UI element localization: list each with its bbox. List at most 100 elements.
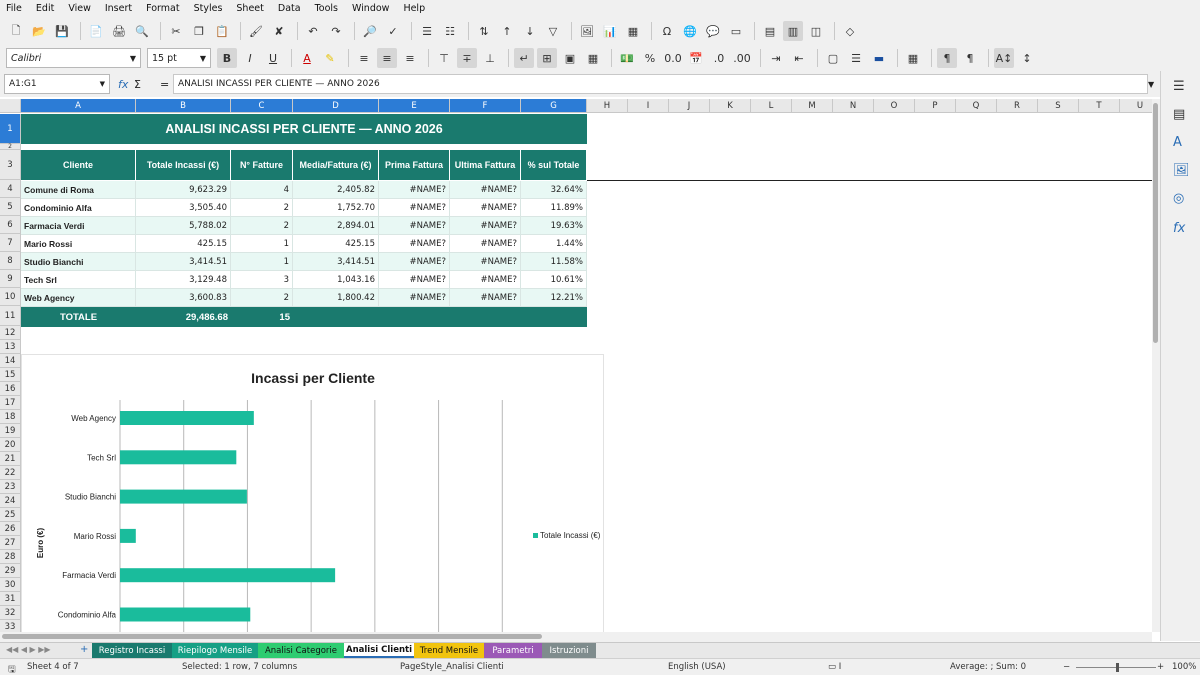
insert-pivot-icon[interactable]: ▦ xyxy=(623,21,643,41)
table-cell[interactable]: 425.15 xyxy=(293,235,379,253)
sort-descending-icon[interactable]: ↓ xyxy=(520,21,540,41)
column-header[interactable]: K xyxy=(710,99,751,113)
decrease-indent-icon[interactable]: ⇤ xyxy=(789,48,809,68)
zoom-in-icon[interactable]: + xyxy=(1157,662,1164,672)
row-header[interactable]: 33 xyxy=(0,620,21,632)
horizontal-scrollbar[interactable] xyxy=(0,632,1152,642)
row-header[interactable]: 27 xyxy=(0,536,21,550)
insert-image-icon[interactable]: 🖼 xyxy=(577,21,597,41)
row-header[interactable]: 11 xyxy=(0,306,21,326)
menu-item-0[interactable]: File xyxy=(6,3,22,14)
menu-item-8[interactable]: Tools xyxy=(315,3,338,14)
column-header[interactable]: F xyxy=(450,99,521,113)
export-pdf-icon[interactable]: 📄 xyxy=(86,21,106,41)
name-box[interactable]: A1:G1 ▼ xyxy=(4,74,110,94)
total-label[interactable]: TOTALE xyxy=(21,307,136,327)
copy-icon[interactable]: ❐ xyxy=(189,21,209,41)
insert-chart-icon[interactable]: 📊 xyxy=(600,21,620,41)
column-header[interactable]: A xyxy=(21,99,136,113)
header-cliente[interactable]: Cliente xyxy=(21,150,136,180)
underline-icon[interactable]: U xyxy=(263,48,283,68)
bold-icon[interactable]: B xyxy=(217,48,237,68)
table-cell[interactable]: 1.44% xyxy=(521,235,587,253)
sort-icon[interactable]: ⇅ xyxy=(474,21,494,41)
column-header[interactable]: I xyxy=(628,99,669,113)
zoom-level[interactable]: 100% xyxy=(1172,662,1196,672)
vertical-scrollbar[interactable] xyxy=(1152,99,1160,632)
row-header[interactable]: 24 xyxy=(0,494,21,508)
borders-icon[interactable]: ▢ xyxy=(823,48,843,68)
client-name-cell[interactable]: Farmacia Verdi xyxy=(21,217,136,235)
table-cell[interactable]: #NAME? xyxy=(450,199,521,217)
table-cell[interactable]: #NAME? xyxy=(379,199,450,217)
client-name-cell[interactable]: Mario Rossi xyxy=(21,235,136,253)
merge-center-icon[interactable]: ⊞ xyxy=(537,48,557,68)
page-style[interactable]: PageStyle_Analisi Clienti xyxy=(400,662,504,672)
align-bottom-icon[interactable]: ⊥ xyxy=(480,48,500,68)
hyperlink-icon[interactable]: 🌐 xyxy=(680,21,700,41)
table-cell[interactable]: #NAME? xyxy=(379,253,450,271)
align-center-icon[interactable]: ≡ xyxy=(377,48,397,68)
menu-item-5[interactable]: Styles xyxy=(194,3,223,14)
column-header[interactable]: M xyxy=(792,99,833,113)
table-cell[interactable]: 3,600.83 xyxy=(136,289,231,307)
row-header[interactable]: 23 xyxy=(0,480,21,494)
row-header[interactable]: 1 xyxy=(0,114,21,144)
row-header[interactable]: 29 xyxy=(0,564,21,578)
undo-icon[interactable]: ↶ xyxy=(303,21,323,41)
header-media-fattura[interactable]: Media/Fattura (€) xyxy=(293,150,379,180)
header-prima-fattura[interactable]: Prima Fattura xyxy=(379,150,450,180)
row-header[interactable]: 31 xyxy=(0,592,21,606)
row-header[interactable]: 16 xyxy=(0,382,21,396)
zoom-out-icon[interactable]: − xyxy=(1063,662,1070,672)
row-header[interactable]: 6 xyxy=(0,216,21,234)
new-document-icon[interactable]: 🗋 xyxy=(6,21,26,41)
border-style-icon[interactable]: ☰ xyxy=(846,48,866,68)
table-cell[interactable]: 3,505.40 xyxy=(136,199,231,217)
cut-icon[interactable]: ✂ xyxy=(166,21,186,41)
row-header[interactable]: 28 xyxy=(0,550,21,564)
table-cell[interactable]: 3,129.48 xyxy=(136,271,231,289)
scrollbar-thumb[interactable] xyxy=(1153,103,1158,343)
table-cell[interactable]: 1 xyxy=(231,253,293,271)
align-top-icon[interactable]: ⊤ xyxy=(434,48,454,68)
sheet-title[interactable]: ANALISI INCASSI PER CLIENTE — ANNO 2026 xyxy=(21,114,587,144)
paste-icon[interactable]: 📋 xyxy=(212,21,232,41)
table-cell[interactable]: 19.63% xyxy=(521,217,587,235)
row-header[interactable]: 17 xyxy=(0,396,21,410)
header-ultima-fattura[interactable]: Ultima Fattura xyxy=(450,150,521,180)
vertical-text-alt-icon[interactable]: ↕ xyxy=(1017,48,1037,68)
row-header[interactable]: 26 xyxy=(0,522,21,536)
navigator-icon[interactable]: ◎ xyxy=(1173,191,1184,206)
table-cell[interactable]: #NAME? xyxy=(379,289,450,307)
table-cell[interactable]: #NAME? xyxy=(450,235,521,253)
chart[interactable]: Incassi per Cliente Euro (€) Web Agency Tec… xyxy=(21,354,604,632)
column-header[interactable]: G xyxy=(521,99,587,113)
text-direction-ltr-icon[interactable]: ¶ xyxy=(937,48,957,68)
sum-icon[interactable]: Σ xyxy=(134,78,141,91)
row-header[interactable]: 8 xyxy=(0,252,21,270)
show-draw-functions-icon[interactable]: ◇ xyxy=(840,21,860,41)
row-header[interactable]: 12 xyxy=(0,326,21,340)
clear-formatting-icon[interactable]: ✘ xyxy=(269,21,289,41)
select-all-corner[interactable] xyxy=(0,99,21,113)
column-header[interactable]: S xyxy=(1038,99,1079,113)
date-format-icon[interactable]: 📅 xyxy=(686,48,706,68)
italic-icon[interactable]: I xyxy=(240,48,260,68)
table-cell[interactable]: 12.21% xyxy=(521,289,587,307)
print-preview-icon[interactable]: 🔍 xyxy=(132,21,152,41)
add-sheet-icon[interactable]: + xyxy=(80,644,88,655)
formula-input[interactable]: ANALISI INCASSI PER CLIENTE — ANNO 2026 xyxy=(173,74,1148,94)
table-cell[interactable]: #NAME? xyxy=(450,289,521,307)
row-header[interactable]: 7 xyxy=(0,234,21,252)
total-count[interactable]: 15 xyxy=(231,307,293,327)
function-wizard-icon[interactable]: fx xyxy=(118,78,128,91)
row-header[interactable]: 30 xyxy=(0,578,21,592)
column-header[interactable]: D xyxy=(293,99,379,113)
client-name-cell[interactable]: Web Agency xyxy=(21,289,136,307)
scrollbar-thumb[interactable] xyxy=(2,634,542,639)
menu-item-7[interactable]: Data xyxy=(278,3,301,14)
wrap-text-icon[interactable]: ↵ xyxy=(514,48,534,68)
column-header[interactable]: P xyxy=(915,99,956,113)
row-header[interactable]: 32 xyxy=(0,606,21,620)
